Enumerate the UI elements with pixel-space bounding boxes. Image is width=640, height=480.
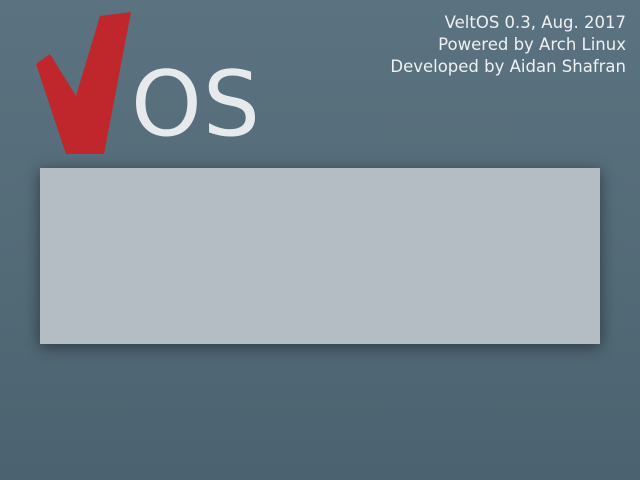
developer-line: Developed by Aidan Shafran — [390, 57, 626, 76]
v-checkmark-logo-icon — [36, 12, 131, 154]
version-line: VeltOS 0.3, Aug. 2017 — [444, 13, 626, 32]
system-info: VeltOS 0.3, Aug. 2017 Powered by Arch Li… — [390, 12, 626, 78]
veltos-logo: OS — [34, 12, 274, 160]
logo-text: OS — [131, 52, 261, 157]
powered-by-line: Powered by Arch Linux — [438, 35, 626, 54]
content-panel — [40, 168, 600, 344]
